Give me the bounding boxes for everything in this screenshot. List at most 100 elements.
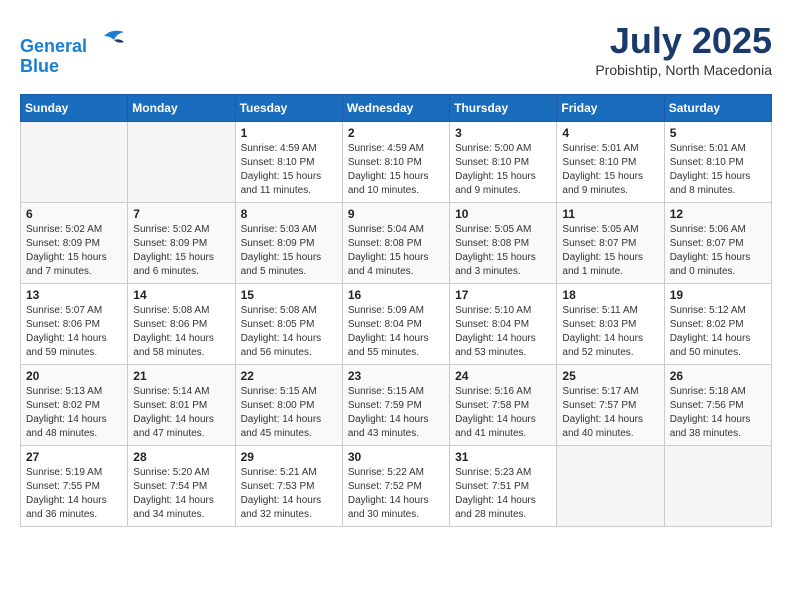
day-number: 14 (133, 288, 229, 302)
column-header-friday: Friday (557, 95, 664, 122)
day-number: 27 (26, 450, 122, 464)
calendar-cell: 20 Sunrise: 5:13 AM Sunset: 8:02 PM Dayli… (21, 365, 128, 446)
calendar-cell: 19 Sunrise: 5:12 AM Sunset: 8:02 PM Dayli… (664, 284, 771, 365)
column-header-tuesday: Tuesday (235, 95, 342, 122)
day-number: 5 (670, 126, 766, 140)
calendar-week-row: 1 Sunrise: 4:59 AM Sunset: 8:10 PM Daylig… (21, 122, 772, 203)
cell-content: Sunrise: 5:22 AM Sunset: 7:52 PM Dayligh… (348, 466, 444, 522)
calendar-week-row: 6 Sunrise: 5:02 AM Sunset: 8:09 PM Daylig… (21, 203, 772, 284)
cell-content: Sunrise: 5:13 AM Sunset: 8:02 PM Dayligh… (26, 385, 122, 441)
cell-content: Sunrise: 5:09 AM Sunset: 8:04 PM Dayligh… (348, 304, 444, 360)
column-header-saturday: Saturday (664, 95, 771, 122)
calendar-cell: 22 Sunrise: 5:15 AM Sunset: 8:00 PM Dayli… (235, 365, 342, 446)
calendar-cell (557, 446, 664, 527)
column-header-sunday: Sunday (21, 95, 128, 122)
day-number: 2 (348, 126, 444, 140)
cell-content: Sunrise: 5:05 AM Sunset: 8:08 PM Dayligh… (455, 223, 551, 279)
cell-content: Sunrise: 5:00 AM Sunset: 8:10 PM Dayligh… (455, 142, 551, 198)
day-number: 29 (241, 450, 337, 464)
day-number: 24 (455, 369, 551, 383)
calendar-cell: 6 Sunrise: 5:02 AM Sunset: 8:09 PM Daylig… (21, 203, 128, 284)
calendar-cell: 24 Sunrise: 5:16 AM Sunset: 7:58 PM Dayli… (450, 365, 557, 446)
cell-content: Sunrise: 5:16 AM Sunset: 7:58 PM Dayligh… (455, 385, 551, 441)
calendar-cell: 25 Sunrise: 5:17 AM Sunset: 7:57 PM Dayli… (557, 365, 664, 446)
calendar-cell: 27 Sunrise: 5:19 AM Sunset: 7:55 PM Dayli… (21, 446, 128, 527)
cell-content: Sunrise: 5:06 AM Sunset: 8:07 PM Dayligh… (670, 223, 766, 279)
cell-content: Sunrise: 5:03 AM Sunset: 8:09 PM Dayligh… (241, 223, 337, 279)
day-number: 7 (133, 207, 229, 221)
cell-content: Sunrise: 5:10 AM Sunset: 8:04 PM Dayligh… (455, 304, 551, 360)
day-number: 31 (455, 450, 551, 464)
day-number: 28 (133, 450, 229, 464)
logo-blue: Blue (20, 56, 59, 76)
day-number: 8 (241, 207, 337, 221)
title-block: July 2025 Probishtip, North Macedonia (595, 20, 772, 78)
calendar-cell: 13Sunrise: 5:07 AM Sunset: 8:06 PM Dayli… (21, 284, 128, 365)
calendar-cell: 5 Sunrise: 5:01 AM Sunset: 8:10 PM Daylig… (664, 122, 771, 203)
calendar-cell: 23 Sunrise: 5:15 AM Sunset: 7:59 PM Dayli… (342, 365, 449, 446)
cell-content: Sunrise: 5:18 AM Sunset: 7:56 PM Dayligh… (670, 385, 766, 441)
day-number: 4 (562, 126, 658, 140)
calendar-cell: 11Sunrise: 5:05 AM Sunset: 8:07 PM Dayli… (557, 203, 664, 284)
cell-content: Sunrise: 5:01 AM Sunset: 8:10 PM Dayligh… (670, 142, 766, 198)
calendar-table: SundayMondayTuesdayWednesdayThursdayFrid… (20, 94, 772, 527)
calendar-cell (664, 446, 771, 527)
day-number: 18 (562, 288, 658, 302)
cell-content: Sunrise: 5:02 AM Sunset: 8:09 PM Dayligh… (26, 223, 122, 279)
cell-content: Sunrise: 5:19 AM Sunset: 7:55 PM Dayligh… (26, 466, 122, 522)
day-number: 30 (348, 450, 444, 464)
calendar-cell: 29 Sunrise: 5:21 AM Sunset: 7:53 PM Dayli… (235, 446, 342, 527)
cell-content: Sunrise: 5:21 AM Sunset: 7:53 PM Dayligh… (241, 466, 337, 522)
cell-content: Sunrise: 5:14 AM Sunset: 8:01 PM Dayligh… (133, 385, 229, 441)
calendar-cell: 2 Sunrise: 4:59 AM Sunset: 8:10 PM Daylig… (342, 122, 449, 203)
day-number: 3 (455, 126, 551, 140)
calendar-cell: 14 Sunrise: 5:08 AM Sunset: 8:06 PM Dayli… (128, 284, 235, 365)
cell-content: Sunrise: 5:07 AM Sunset: 8:06 PM Dayligh… (26, 304, 122, 360)
month-title: July 2025 (595, 20, 772, 62)
column-header-thursday: Thursday (450, 95, 557, 122)
day-number: 9 (348, 207, 444, 221)
day-number: 16 (348, 288, 444, 302)
calendar-cell: 7Sunrise: 5:02 AM Sunset: 8:09 PM Daylig… (128, 203, 235, 284)
cell-content: Sunrise: 5:01 AM Sunset: 8:10 PM Dayligh… (562, 142, 658, 198)
cell-content: Sunrise: 5:11 AM Sunset: 8:03 PM Dayligh… (562, 304, 658, 360)
cell-content: Sunrise: 5:08 AM Sunset: 8:05 PM Dayligh… (241, 304, 337, 360)
day-number: 22 (241, 369, 337, 383)
day-number: 17 (455, 288, 551, 302)
calendar-cell: 8 Sunrise: 5:03 AM Sunset: 8:09 PM Daylig… (235, 203, 342, 284)
column-header-wednesday: Wednesday (342, 95, 449, 122)
day-number: 20 (26, 369, 122, 383)
calendar-cell: 16 Sunrise: 5:09 AM Sunset: 8:04 PM Dayli… (342, 284, 449, 365)
cell-content: Sunrise: 5:15 AM Sunset: 7:59 PM Dayligh… (348, 385, 444, 441)
cell-content: Sunrise: 5:23 AM Sunset: 7:51 PM Dayligh… (455, 466, 551, 522)
location-subtitle: Probishtip, North Macedonia (595, 62, 772, 78)
calendar-cell: 18 Sunrise: 5:11 AM Sunset: 8:03 PM Dayli… (557, 284, 664, 365)
calendar-cell: 1Sunrise: 4:59 AM Sunset: 8:10 PM Daylig… (235, 122, 342, 203)
calendar-cell: 30 Sunrise: 5:22 AM Sunset: 7:52 PM Dayli… (342, 446, 449, 527)
logo: General Blue (20, 20, 128, 77)
column-header-monday: Monday (128, 95, 235, 122)
day-number: 1 (241, 126, 337, 140)
day-number: 12 (670, 207, 766, 221)
day-number: 6 (26, 207, 122, 221)
calendar-cell: 17 Sunrise: 5:10 AM Sunset: 8:04 PM Dayli… (450, 284, 557, 365)
calendar-cell: 10Sunrise: 5:05 AM Sunset: 8:08 PM Dayli… (450, 203, 557, 284)
day-number: 21 (133, 369, 229, 383)
day-number: 25 (562, 369, 658, 383)
day-number: 15 (241, 288, 337, 302)
calendar-cell: 12 Sunrise: 5:06 AM Sunset: 8:07 PM Dayli… (664, 203, 771, 284)
day-number: 23 (348, 369, 444, 383)
calendar-cell: 15 Sunrise: 5:08 AM Sunset: 8:05 PM Dayli… (235, 284, 342, 365)
cell-content: Sunrise: 5:04 AM Sunset: 8:08 PM Dayligh… (348, 223, 444, 279)
day-number: 26 (670, 369, 766, 383)
cell-content: Sunrise: 4:59 AM Sunset: 8:10 PM Dayligh… (348, 142, 444, 198)
cell-content: Sunrise: 5:12 AM Sunset: 8:02 PM Dayligh… (670, 304, 766, 360)
calendar-cell: 31 Sunrise: 5:23 AM Sunset: 7:51 PM Dayli… (450, 446, 557, 527)
cell-content: Sunrise: 5:15 AM Sunset: 8:00 PM Dayligh… (241, 385, 337, 441)
cell-content: Sunrise: 5:17 AM Sunset: 7:57 PM Dayligh… (562, 385, 658, 441)
cell-content: Sunrise: 5:08 AM Sunset: 8:06 PM Dayligh… (133, 304, 229, 360)
calendar-cell: 9 Sunrise: 5:04 AM Sunset: 8:08 PM Daylig… (342, 203, 449, 284)
cell-content: Sunrise: 5:05 AM Sunset: 8:07 PM Dayligh… (562, 223, 658, 279)
day-number: 19 (670, 288, 766, 302)
calendar-week-row: 27 Sunrise: 5:19 AM Sunset: 7:55 PM Dayli… (21, 446, 772, 527)
